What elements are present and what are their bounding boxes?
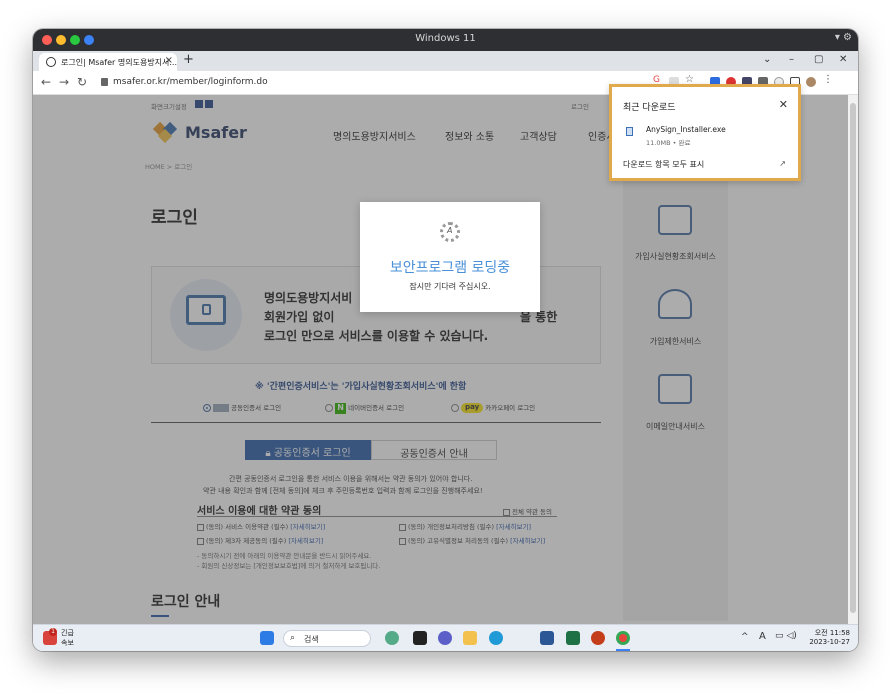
clock-time: 오전 11:58 — [814, 629, 850, 637]
tab-search-chevron-icon[interactable]: ⌄ — [763, 54, 771, 65]
word-icon[interactable] — [540, 631, 554, 645]
avatar[interactable] — [806, 77, 816, 87]
bookmark-star-icon[interactable]: ☆ — [685, 74, 695, 85]
modal-subtitle: 잠시만 기다려 주십시오. — [409, 282, 491, 291]
tab-title: 로그인| Msafer 명의도용방지서... — [61, 58, 177, 67]
tab-close-icon[interactable]: × — [165, 55, 173, 66]
modal-title: 보안프로그램 로딩중 — [389, 260, 511, 276]
minimize-button[interactable]: – — [789, 54, 794, 65]
start-icon[interactable] — [260, 631, 274, 645]
back-button[interactable]: ← — [41, 75, 51, 89]
chrome-icon[interactable] — [616, 631, 630, 645]
alert-count-badge: 1 — [49, 628, 57, 636]
alert-title[interactable]: 긴급 — [61, 628, 74, 638]
new-tab-button[interactable]: + — [183, 52, 194, 67]
clock-date: 2023-10-27 — [809, 638, 850, 646]
reload-button[interactable]: ↻ — [77, 75, 87, 89]
task-view-icon[interactable] — [413, 631, 427, 645]
browser-window: Windows 11 ▾ ⚙ 로그인| Msafer 명의도용방지서... × … — [33, 29, 858, 651]
scrollbar-thumb[interactable] — [850, 103, 856, 613]
restore-button[interactable]: ▢ — [814, 54, 823, 65]
show-all-downloads-link[interactable]: 다운로드 항목 모두 표시 — [623, 159, 704, 170]
network-volume-icon[interactable]: ▭ ◁) — [775, 631, 797, 641]
download-file-meta: 11.0MB • 완료 — [646, 139, 691, 147]
spinner-letter: A — [447, 226, 453, 235]
tab-strip: 로그인| Msafer 명의도용방지서... × + ⌄ – ▢ ✕ — [33, 51, 858, 71]
file-explorer-icon[interactable] — [463, 631, 477, 645]
input-method-indicator[interactable]: A — [759, 631, 766, 642]
edge-icon[interactable] — [489, 631, 503, 645]
address-bar[interactable]: msafer.or.kr/member/loginform.do — [113, 77, 268, 87]
excel-icon[interactable] — [566, 631, 580, 645]
download-file-name[interactable]: AnySign_Installer.exe — [646, 125, 726, 134]
powerpoint-icon[interactable] — [591, 631, 605, 645]
taskbar-search[interactable]: ⌕ 검색 — [283, 630, 371, 647]
close-button[interactable]: ✕ — [839, 54, 847, 65]
page-scrollbar[interactable] — [848, 95, 858, 624]
search-icon: ⌕ — [290, 633, 296, 643]
widget-icon[interactable] — [385, 631, 399, 645]
window-title: Windows 11 — [415, 33, 476, 44]
forward-button[interactable]: → — [59, 75, 69, 89]
taskbar-clock[interactable]: 오전 11:58 2023-10-27 — [809, 629, 850, 647]
alert-subtitle[interactable]: 속보 — [61, 638, 74, 648]
show-hidden-icons-chevron-icon[interactable]: ^ — [741, 632, 749, 642]
globe-icon — [46, 57, 56, 67]
tab-login[interactable]: 로그인| Msafer 명의도용방지서... × — [39, 53, 177, 71]
windows-taskbar: 1 긴급 속보 ⌕ 검색 ^ A ▭ ◁) 오전 11:58 2023-10-2… — [33, 624, 858, 651]
settings-gear-icon[interactable]: ▾ ⚙ — [835, 32, 852, 43]
lock-icon[interactable] — [101, 78, 108, 86]
close-icon[interactable]: ✕ — [779, 98, 788, 111]
security-loading-modal: A 보안프로그램 로딩중 잠시만 기다려 주십시오. — [360, 202, 540, 312]
open-external-icon[interactable]: ↗ — [779, 159, 786, 168]
chat-icon[interactable] — [438, 631, 452, 645]
downloads-bubble: 최근 다운로드 ✕ AnySign_Installer.exe 11.0MB •… — [609, 84, 801, 181]
title-bar: Windows 11 ▾ ⚙ — [33, 29, 858, 51]
kebab-menu-icon[interactable]: ⋮ — [823, 74, 833, 85]
downloads-header: 최근 다운로드 — [623, 103, 676, 113]
active-app-indicator — [616, 649, 630, 651]
file-icon — [626, 127, 633, 136]
